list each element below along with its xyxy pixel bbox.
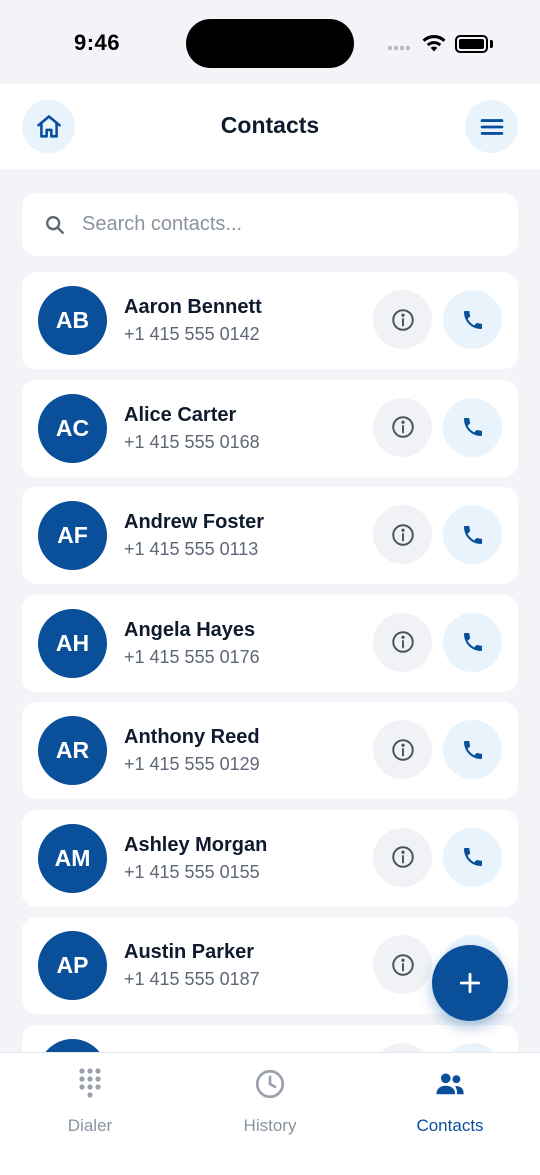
phone-icon — [463, 310, 482, 329]
phone-icon — [463, 418, 482, 436]
contact-list[interactable]: AB Aaron Bennett +1 415 555 0142 AC Alic… — [22, 272, 518, 1052]
nav-label: History — [243, 1116, 297, 1135]
contact-phone: +1 415 555 0113 — [124, 539, 259, 559]
status-bar: 9:46 — [0, 0, 540, 84]
phone-icon — [463, 633, 482, 651]
contact-card[interactable] — [22, 1024, 518, 1052]
battery-icon — [455, 35, 488, 53]
contact-name: Angela Hayes — [124, 618, 256, 641]
info-icon — [391, 953, 414, 976]
info-button[interactable] — [373, 290, 432, 349]
contact-phone: +1 415 555 0129 — [124, 754, 260, 774]
info-icon — [391, 523, 414, 546]
info-button[interactable] — [373, 827, 432, 887]
contact-name: Ashley Morgan — [124, 833, 268, 856]
contact-phone: +1 415 555 0142 — [124, 324, 260, 344]
search-icon — [44, 213, 68, 237]
phone-icon — [463, 740, 482, 759]
info-button[interactable] — [373, 397, 432, 457]
nav-item-dialer[interactable]: Dialer — [0, 1053, 180, 1175]
contact-card[interactable]: AC Alice Carter +1 415 555 0168 — [22, 379, 518, 477]
contact-phone: +1 415 555 0155 — [124, 861, 260, 882]
dialpad-icon — [79, 1068, 101, 1098]
contact-name: Andrew Foster — [124, 511, 265, 533]
call-button[interactable] — [443, 1042, 502, 1052]
avatar: AP — [38, 931, 107, 1000]
menu-icon — [480, 118, 503, 135]
info-icon — [391, 846, 414, 868]
menu-button[interactable] — [465, 100, 518, 153]
info-icon — [391, 308, 414, 331]
phone-icon — [463, 525, 482, 544]
nav-item-contacts[interactable]: Contacts — [360, 1053, 540, 1175]
avatar — [38, 1038, 107, 1052]
avatar: AB — [38, 286, 107, 355]
contact-name: Alice Carter — [124, 403, 237, 426]
top-app-bar: Contacts — [0, 84, 540, 171]
call-button[interactable] — [443, 290, 502, 349]
info-icon — [391, 738, 414, 761]
contact-card[interactable]: AH Angela Hayes +1 415 555 0176 — [22, 594, 518, 692]
people-icon — [436, 1073, 464, 1095]
call-button[interactable] — [443, 505, 502, 564]
search-input[interactable] — [80, 212, 464, 237]
plus-icon — [459, 972, 481, 994]
call-button[interactable] — [443, 720, 502, 779]
dynamic-island — [186, 19, 354, 68]
call-button[interactable] — [443, 612, 502, 672]
avatar: AH — [38, 608, 107, 678]
avatar: AM — [38, 823, 107, 893]
info-button[interactable] — [373, 935, 432, 994]
contact-card[interactable]: AB Aaron Bennett +1 415 555 0142 — [22, 272, 518, 369]
status-time: 9:46 — [74, 30, 121, 55]
contact-card[interactable]: AF Andrew Foster +1 415 555 0113 — [22, 487, 518, 584]
clock-icon — [255, 1069, 285, 1099]
info-button[interactable] — [373, 612, 432, 672]
phone-icon — [463, 848, 482, 866]
wifi-icon — [422, 34, 446, 52]
avatar: AC — [38, 393, 107, 463]
nav-item-history[interactable]: History — [180, 1053, 360, 1175]
info-icon — [391, 416, 414, 438]
contact-card[interactable]: AR Anthony Reed +1 415 555 0129 — [22, 702, 518, 799]
contact-card[interactable]: AM Ashley Morgan +1 415 555 0155 — [22, 809, 518, 907]
contact-phone: +1 415 555 0168 — [124, 431, 260, 452]
signal-icon — [388, 46, 410, 50]
info-button[interactable] — [373, 505, 432, 564]
contact-name: Austin Parker — [124, 941, 255, 963]
nav-label: Contacts — [416, 1116, 484, 1135]
add-contact-button[interactable] — [432, 945, 508, 1021]
contact-phone: +1 415 555 0187 — [124, 969, 260, 989]
search-bar[interactable] — [22, 193, 518, 256]
contact-name: Aaron Bennett — [124, 296, 262, 318]
contact-name: Anthony Reed — [124, 726, 260, 748]
bottom-nav: Dialer History Contacts — [0, 1052, 540, 1175]
nav-label: Dialer — [67, 1116, 113, 1135]
info-icon — [391, 631, 414, 653]
info-button[interactable] — [373, 720, 432, 779]
contact-phone: +1 415 555 0176 — [124, 646, 260, 667]
avatar: AR — [38, 716, 107, 785]
call-button[interactable] — [443, 397, 502, 457]
info-button[interactable] — [373, 1042, 432, 1052]
page-title: Contacts — [220, 112, 320, 138]
call-button[interactable] — [443, 827, 502, 887]
avatar: AF — [38, 501, 107, 570]
